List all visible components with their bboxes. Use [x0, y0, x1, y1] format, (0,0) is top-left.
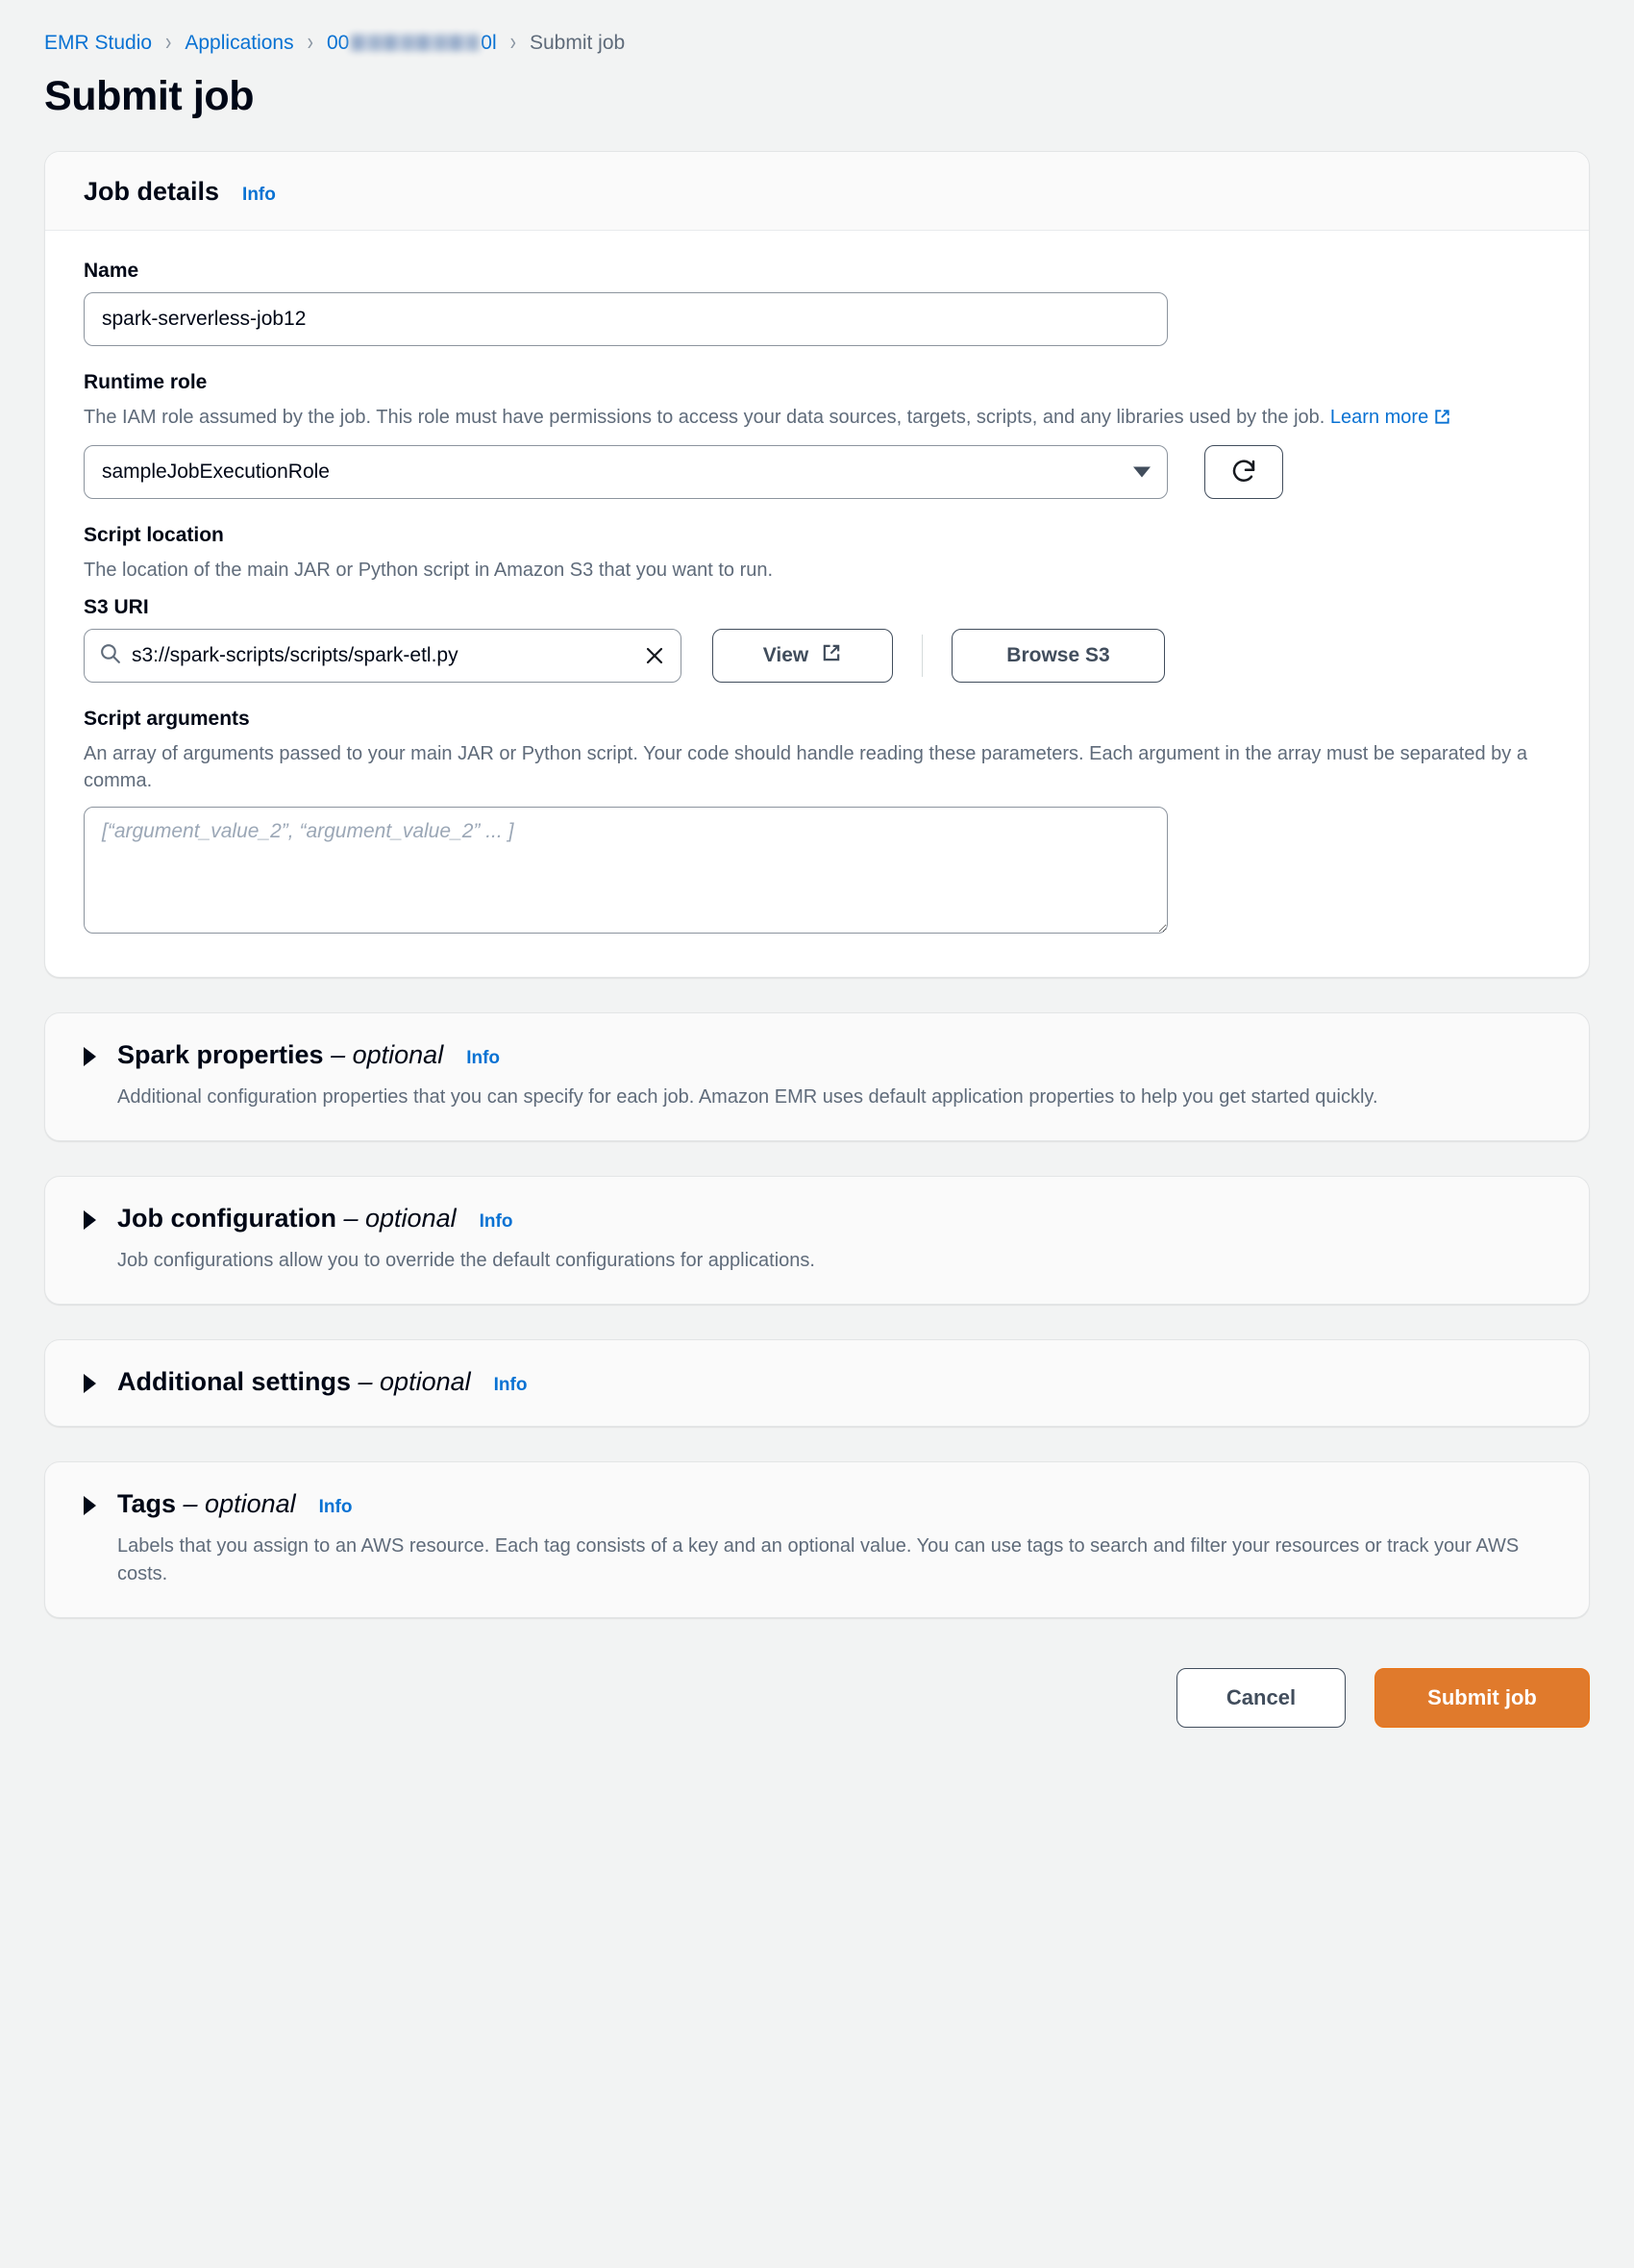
script-arguments-description: An array of arguments passed to your mai… — [84, 742, 1527, 792]
job-details-heading: Job details — [84, 177, 220, 206]
job-details-header: Job details Info — [45, 152, 1589, 231]
section-optional-text: – optional — [183, 1488, 296, 1518]
s3-uri-label: S3 URI — [84, 595, 149, 618]
breadcrumb: EMR Studio › Applications › 00 0l › Submi… — [44, 29, 1590, 58]
script-arguments-label: Script arguments — [84, 707, 250, 730]
search-icon — [98, 641, 122, 670]
external-link-icon — [1433, 407, 1451, 434]
runtime-role-description: The IAM role assumed by the job. This ro… — [84, 404, 1535, 434]
section-title-text: Tags — [117, 1488, 177, 1518]
runtime-role-selected-value: sampleJobExecutionRole — [102, 461, 330, 484]
additional-settings-info-link[interactable]: Info — [494, 1375, 528, 1396]
job-details-info-link[interactable]: Info — [242, 185, 276, 206]
chevron-right-icon — [84, 1046, 96, 1066]
breadcrumb-item-submit-job: Submit job — [529, 32, 626, 54]
job-details-container: Job details Info Name Runtime role The I… — [44, 151, 1590, 978]
tags-toggle[interactable]: Tags – optional Info — [84, 1489, 1550, 1519]
runtime-role-field-group: Runtime role The IAM role assumed by the… — [84, 371, 1550, 500]
s3-uri-input-wrap — [84, 628, 681, 683]
spark-properties-toggle[interactable]: Spark properties – optional Info — [84, 1040, 1550, 1070]
spark-properties-description: Additional configuration properties that… — [117, 1085, 1378, 1108]
breadcrumb-separator-icon: › — [307, 29, 313, 57]
learn-more-label: Learn more — [1329, 407, 1429, 428]
script-location-description: The location of the main JAR or Python s… — [84, 560, 774, 582]
page-title: Submit job — [44, 73, 255, 119]
section-title-text: Job configuration — [117, 1203, 336, 1233]
runtime-role-learn-more-link[interactable]: Learn more — [1330, 407, 1451, 428]
tags-description: Labels that you assign to an AWS resourc… — [117, 1534, 1520, 1584]
job-configuration-title: Job configuration – optional — [117, 1204, 457, 1234]
refresh-roles-button[interactable] — [1204, 445, 1283, 500]
chevron-right-icon — [84, 1495, 96, 1515]
chevron-right-icon — [84, 1373, 96, 1393]
section-title-text: Additional settings — [117, 1366, 351, 1396]
spark-properties-title: Spark properties – optional — [117, 1040, 443, 1070]
job-details-body: Name Runtime role The IAM role assumed b… — [45, 231, 1589, 977]
script-arguments-field-group: Script arguments An array of arguments p… — [84, 708, 1550, 938]
breadcrumb-item-emr-studio[interactable]: EMR Studio — [44, 32, 152, 55]
additional-settings-toggle[interactable]: Additional settings – optional Info — [84, 1367, 1550, 1397]
runtime-role-label: Runtime role — [84, 371, 208, 393]
runtime-role-controls: sampleJobExecutionRole — [84, 445, 1550, 500]
runtime-role-description-text: The IAM role assumed by the job. This ro… — [84, 407, 1325, 428]
job-configuration-section: Job configuration – optional Info Job co… — [44, 1175, 1590, 1305]
application-id-suffix: 0l — [481, 32, 497, 54]
name-input[interactable] — [84, 292, 1168, 346]
script-location-label: Script location — [84, 524, 224, 547]
name-label: Name — [84, 260, 139, 282]
tags-section: Tags – optional Info Labels that you ass… — [44, 1460, 1590, 1618]
runtime-role-select-wrap: sampleJobExecutionRole — [84, 445, 1168, 500]
refresh-icon — [1229, 457, 1258, 488]
view-script-button[interactable]: View — [712, 628, 893, 683]
s3-uri-input[interactable] — [122, 643, 642, 667]
spark-properties-section: Spark properties – optional Info Additio… — [44, 1011, 1590, 1141]
job-configuration-toggle[interactable]: Job configuration – optional Info — [84, 1204, 1550, 1234]
s3-uri-controls: View Browse S3 — [84, 628, 1550, 683]
breadcrumb-item-applications[interactable]: Applications — [185, 32, 293, 55]
script-arguments-textarea[interactable] — [84, 806, 1168, 934]
section-title-text: Spark properties — [117, 1039, 324, 1069]
view-button-label: View — [762, 643, 809, 666]
spark-properties-info-link[interactable]: Info — [466, 1048, 500, 1069]
chevron-right-icon — [84, 1209, 96, 1230]
form-actions: Cancel Submit job — [44, 1653, 1590, 1770]
breadcrumb-separator-icon: › — [165, 29, 172, 57]
section-optional-text: – optional — [358, 1366, 471, 1396]
name-field-group: Name — [84, 260, 1550, 346]
browse-s3-button[interactable]: Browse S3 — [952, 628, 1165, 683]
script-location-field-group: Script location The location of the main… — [84, 524, 1550, 683]
job-configuration-info-link[interactable]: Info — [480, 1211, 513, 1233]
additional-settings-section: Additional settings – optional Info — [44, 1338, 1590, 1427]
tags-title: Tags – optional — [117, 1489, 296, 1519]
section-optional-text: – optional — [331, 1039, 444, 1069]
cancel-button[interactable]: Cancel — [1176, 1667, 1346, 1728]
job-configuration-description: Job configurations allow you to override… — [117, 1249, 815, 1271]
external-link-icon — [821, 642, 842, 669]
submit-job-button[interactable]: Submit job — [1374, 1667, 1590, 1728]
breadcrumb-item-application-id[interactable]: 00 0l — [327, 32, 497, 55]
breadcrumb-separator-icon: › — [509, 29, 516, 57]
redacted-text-blur — [350, 35, 481, 51]
application-id-prefix: 00 — [326, 32, 350, 54]
tags-info-link[interactable]: Info — [319, 1497, 353, 1518]
additional-settings-title: Additional settings – optional — [117, 1367, 471, 1397]
clear-icon[interactable] — [642, 643, 667, 668]
section-optional-text: – optional — [343, 1203, 457, 1233]
button-divider — [922, 634, 923, 677]
page-root: EMR Studio › Applications › 00 0l › Submi… — [0, 0, 1634, 1770]
runtime-role-select[interactable]: sampleJobExecutionRole — [84, 445, 1168, 500]
